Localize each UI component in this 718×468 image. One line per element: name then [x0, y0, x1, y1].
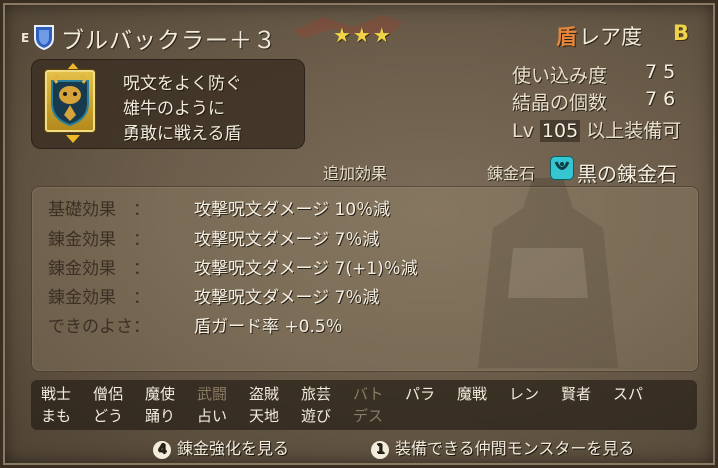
button-1-icon: 1: [371, 441, 389, 459]
rarity-grade: B: [673, 21, 690, 45]
job-label: パラ: [405, 385, 436, 403]
effect-value: 攻撃呪文ダメージ 10％減: [194, 200, 391, 220]
job-label: 天地: [249, 407, 280, 425]
crystals-value: 76: [645, 88, 682, 110]
job-label: 武闘: [197, 385, 228, 403]
job-label: 僧侶: [93, 385, 124, 403]
equippable-jobs-panel: 戦士 僧侶 魔使 武闘 盗賊 旅芸 バト パラ 魔戦 レン 賢者 スパまも どう 踊り 占い 天地 遊び デス: [31, 380, 697, 430]
effect-label: 錬金効果 ：: [48, 259, 150, 279]
job-label: 賢者: [561, 385, 592, 403]
level-suffix: 以上装備可: [586, 120, 682, 142]
description-line: 勇敢に戦える盾: [123, 124, 242, 144]
button-4-icon: 4: [153, 441, 171, 459]
equipped-marker: E: [21, 31, 30, 45]
crystals-label: 結晶の個数: [512, 92, 608, 114]
effect-label: できのよさ：: [48, 317, 150, 337]
hint-label: 装備できる仲間モンスターを見る: [395, 439, 635, 458]
shield-icon: [51, 75, 89, 127]
effect-value: 盾ガード率 +0.5％: [194, 317, 343, 337]
small-shield-icon: [34, 25, 54, 50]
item-title-row: E ブルバックラー＋３ ★★★ 盾 レア度 B: [17, 21, 707, 55]
item-detail-window: E ブルバックラー＋３ ★★★ 盾 レア度 B 呪文をよく防ぐ 雄牛のように 勇…: [0, 0, 718, 468]
rarity-label: レア度: [579, 25, 642, 49]
level-prefix: Lv: [512, 120, 534, 142]
job-label: まも: [41, 407, 72, 425]
usage-value: 75: [645, 61, 682, 83]
alchemy-stone-icon: [551, 157, 573, 179]
item-name: ブルバックラー＋３: [61, 28, 277, 54]
job-label: レン: [509, 385, 540, 403]
job-label: デス: [353, 407, 384, 425]
job-label: バト: [353, 385, 384, 403]
effects-panel: 基礎効果 ： 攻撃呪文ダメージ 10％減 錬金効果 ： 攻撃呪文ダメージ 7％減…: [31, 186, 699, 372]
job-label: 戦士: [41, 385, 72, 403]
job-label: 占い: [197, 407, 228, 425]
extra-effects-label: 追加効果: [323, 164, 388, 183]
description-line: 呪文をよく防ぐ: [123, 74, 242, 94]
job-label: 旅芸: [301, 385, 332, 403]
effect-value: 攻撃呪文ダメージ 7(+1)％減: [194, 259, 418, 279]
job-label: どう: [93, 407, 124, 425]
shield-category-icon: 盾: [556, 25, 577, 49]
job-label: 魔使: [145, 385, 176, 403]
job-label: 遊び: [301, 407, 332, 425]
level-requirement: Lv 105 以上装備可: [512, 116, 681, 143]
alchemy-enhance-hint[interactable]: 4 錬金強化を見る: [153, 435, 289, 459]
alchemy-stone-name: 黒の錬金石: [577, 162, 677, 186]
job-label: スパ: [613, 385, 644, 403]
effect-value: 攻撃呪文ダメージ 7％減: [194, 230, 380, 250]
effect-label: 錬金効果 ：: [48, 230, 150, 250]
description-line: 雄牛のように: [123, 99, 225, 119]
job-label: 盗賊: [249, 385, 280, 403]
level-value: 105: [539, 120, 581, 142]
effect-value: 攻撃呪文ダメージ 7％減: [194, 288, 380, 308]
effect-label: 錬金効果 ：: [48, 288, 150, 308]
usage-label: 使い込み度: [512, 65, 608, 87]
companion-monsters-hint[interactable]: 1 装備できる仲間モンスターを見る: [371, 435, 634, 459]
hint-label: 錬金強化を見る: [177, 439, 290, 458]
item-icon-frame: [45, 70, 95, 132]
job-label: 魔戦: [457, 385, 488, 403]
alchemy-stone-label: 錬金石: [487, 164, 536, 183]
star-rating: ★★★: [333, 23, 393, 47]
job-label: 踊り: [145, 407, 176, 425]
scroll-down-arrow-icon[interactable]: [66, 135, 80, 143]
item-description-panel: 呪文をよく防ぐ 雄牛のように 勇敢に戦える盾: [31, 59, 305, 149]
effect-label: 基礎効果 ：: [48, 200, 150, 220]
